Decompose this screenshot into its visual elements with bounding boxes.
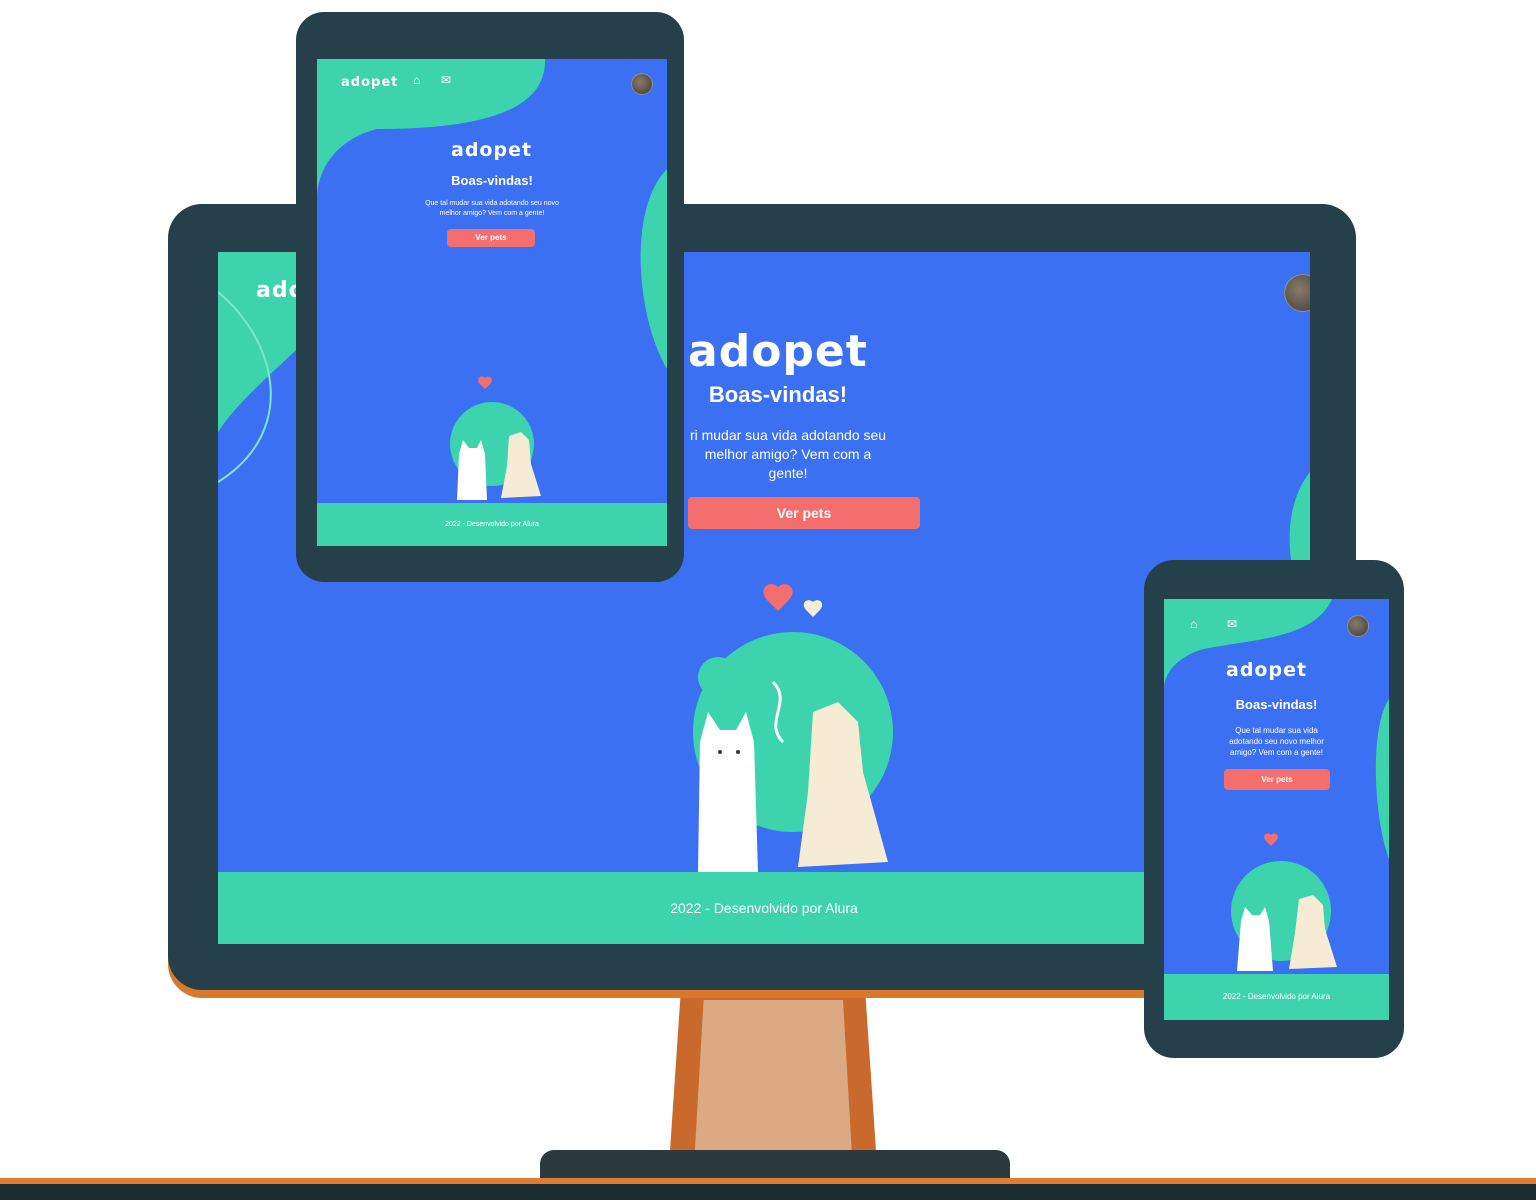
tablet-hero-text-line: Que tal mudar sua vida adotando seu novo [425, 200, 559, 207]
desktop-ver-pets-button[interactable]: Ver pets [688, 497, 920, 529]
phone-hero-text-line: adotando seu novo melhor [1229, 737, 1324, 746]
phone-ver-pets-button[interactable]: Ver pets [1224, 769, 1330, 790]
phone-avatar[interactable] [1347, 615, 1369, 637]
mail-icon[interactable]: ✉ [441, 73, 451, 87]
desk-surface [0, 1184, 1536, 1200]
phone-footer: 2022 - Desenvolvido por Alura [1164, 974, 1389, 1020]
tablet-hero-text-line: melhor amigo? Vem com a gente! [439, 210, 545, 217]
tablet-cat-dog-illustration [450, 376, 541, 500]
phone-hero-text: Que tal mudar sua vida adotando seu novo… [1199, 725, 1354, 758]
desktop-hero-text: ri mudar sua vida adotando seu melhor am… [658, 426, 918, 483]
home-icon[interactable]: ⌂ [413, 73, 420, 87]
home-icon[interactable]: ⌂ [1190, 617, 1197, 631]
tablet-hero-logo: adopet [451, 139, 533, 161]
mail-icon[interactable]: ✉ [1227, 617, 1237, 631]
tablet-footer: 2022 - Desenvolvido por Alura [317, 503, 667, 546]
desktop-hero-title: Boas-vindas! [708, 382, 848, 407]
desktop-hero-logo: adopet [688, 326, 868, 377]
monitor-base [540, 1150, 1010, 1180]
tablet-ver-pets-button[interactable]: Ver pets [447, 229, 535, 247]
tablet-avatar[interactable] [631, 73, 653, 95]
tablet-hero-title: Boas-vindas! [451, 173, 533, 188]
phone-hero-title: Boas-vindas! [1235, 697, 1318, 712]
tablet-screen: adopet ⌂ ✉ adopet Boas-vindas! Que tal m… [317, 59, 667, 546]
cat-dog-illustration [693, 584, 893, 872]
tablet-hero-text: Que tal mudar sua vida adotando seu novo… [402, 199, 582, 219]
desktop-hero-text-line: gente! [768, 465, 808, 481]
phone-hero-text-line: Que tal mudar sua vida [1235, 726, 1318, 735]
phone-screen: ⌂ ✉ adopet Boas-vindas! Que tal mudar su… [1164, 599, 1389, 1020]
phone-hero-text-line: amigo? Vem com a gente! [1230, 748, 1323, 757]
phone-hero-logo: adopet [1226, 659, 1308, 681]
tablet-logo[interactable]: adopet [341, 75, 398, 90]
desktop-hero-text-line: ri mudar sua vida adotando seu [689, 427, 887, 443]
phone-cat-dog-illustration [1231, 833, 1337, 971]
desktop-hero-text-line: melhor amigo? Vem com a [704, 446, 872, 462]
